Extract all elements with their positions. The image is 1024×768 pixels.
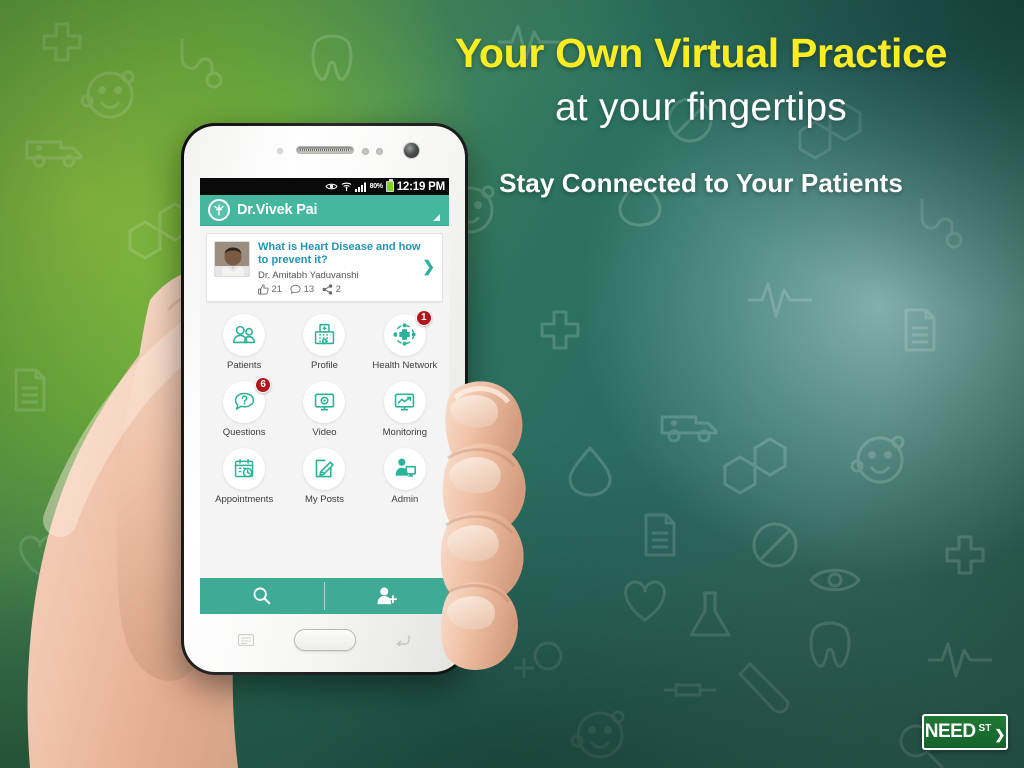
logo-arrow-icon: ❯ <box>994 727 1006 742</box>
logo-name: NEED <box>924 721 976 742</box>
fingers-foreground <box>440 381 526 670</box>
needst-logo[interactable]: NEED ST ❯ <box>922 714 1008 750</box>
poster-canvas: Your Own Virtual Practice at your finger… <box>0 0 1024 768</box>
logo-suffix: ST <box>978 723 992 734</box>
